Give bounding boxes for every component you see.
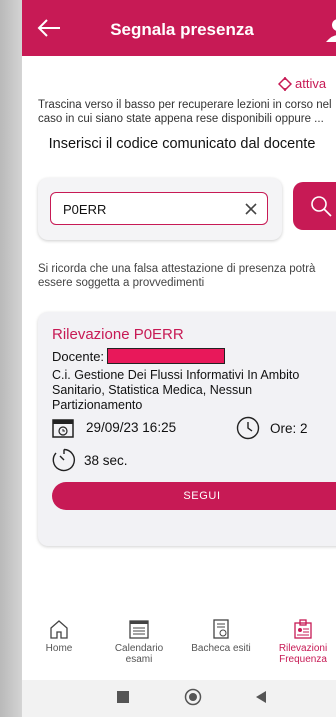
- docente-label: Docente:: [52, 348, 105, 364]
- nav-rilevazioni[interactable]: Rilevazioni Frequenza: [270, 618, 336, 665]
- nav-home-label: Home: [45, 643, 73, 654]
- page-title: Segnala presenza: [110, 20, 254, 39]
- app-bar: Segnala presenza: [22, 0, 336, 56]
- nav-calendario[interactable]: Calendario esami: [106, 618, 172, 665]
- search-icon: [311, 196, 332, 217]
- card-title: Rilevazione P0ERR: [52, 326, 184, 343]
- system-navigation-bar: [22, 680, 336, 717]
- activate-location-link[interactable]: attiva: [278, 76, 326, 91]
- home-icon: [50, 620, 68, 639]
- device-frame: [0, 0, 22, 717]
- datetime-row: 29/09/23 16:25: [52, 416, 176, 438]
- pull-to-refresh-info: Trascina verso il basso per recuperare l…: [38, 98, 336, 126]
- profile-icon[interactable]: [324, 18, 336, 42]
- docente-row: Docente:: [52, 348, 226, 364]
- duration-value: 38 sec.: [84, 452, 128, 468]
- code-input[interactable]: P0ERR: [50, 192, 268, 225]
- nav-bacheca-label: Bacheca esiti: [191, 643, 251, 654]
- datetime-value: 29/09/23 16:25: [86, 419, 177, 435]
- attendance-card: Rilevazione P0ERR Docente: C.i. Gestione…: [38, 312, 336, 546]
- warning-text: Si ricorda che una falsa attestazione di…: [38, 263, 316, 289]
- nav-bacheca[interactable]: Bacheca esiti: [188, 618, 254, 654]
- phone-screen: Segnala presenza attiva Trascina verso i…: [22, 0, 336, 717]
- results-board-icon: [213, 619, 229, 639]
- activate-label: attiva: [295, 76, 327, 91]
- search-card: P0ERR: [38, 178, 282, 240]
- calendar-icon: [52, 419, 74, 438]
- recents-icon[interactable]: [116, 690, 130, 704]
- duration-row: 38 sec.: [52, 448, 128, 472]
- back-button-icon[interactable]: [254, 690, 268, 704]
- bottom-nav: Home Calendario esami Bacheca esiti Rile…: [22, 614, 336, 674]
- nav-home[interactable]: Home: [26, 618, 92, 654]
- redacted-name: [107, 348, 226, 364]
- clock-icon: [236, 416, 260, 440]
- target-icon: [278, 76, 292, 91]
- nav-calendario-label: Calendario esami: [114, 643, 164, 665]
- course-name: C.i. Gestione Dei Flussi Informativi In …: [52, 368, 300, 412]
- search-button[interactable]: [293, 182, 336, 230]
- hours-value: Ore: 2: [270, 420, 308, 436]
- timer-icon: [52, 448, 75, 472]
- home-button-icon[interactable]: [184, 688, 202, 706]
- attendance-icon: [294, 619, 312, 639]
- code-heading: Inserisci il codice comunicato dal docen…: [48, 136, 316, 152]
- clear-icon[interactable]: [241, 199, 261, 219]
- calendar-list-icon: [129, 620, 149, 639]
- info-line-1: Trascina verso il basso per recuperare l…: [38, 99, 332, 111]
- nav-rilevazioni-label: Rilevazioni Frequenza: [278, 643, 328, 665]
- code-input-value: P0ERR: [63, 202, 107, 217]
- follow-button[interactable]: SEGUI: [52, 482, 336, 510]
- hours-row: Ore: 2: [236, 416, 308, 440]
- info-line-2: caso in cui siano state appena rese disp…: [38, 113, 324, 125]
